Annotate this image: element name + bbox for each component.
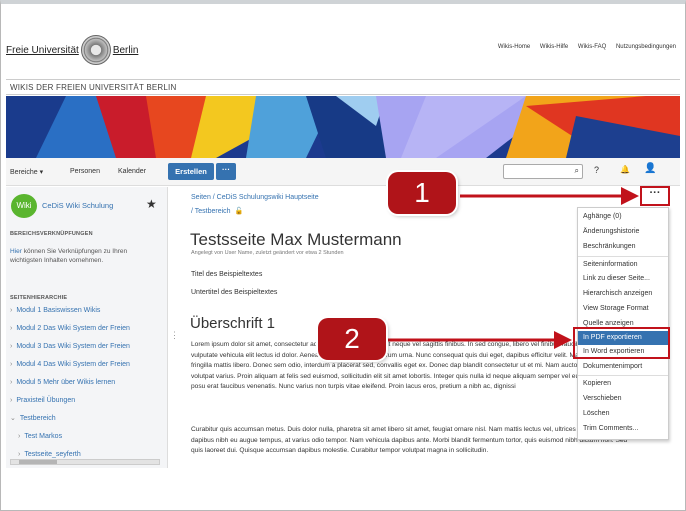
- annotation-arrows: [375, 187, 639, 349]
- step-badge-2: 2: [318, 318, 386, 360]
- step-badge-1: 1: [388, 172, 456, 214]
